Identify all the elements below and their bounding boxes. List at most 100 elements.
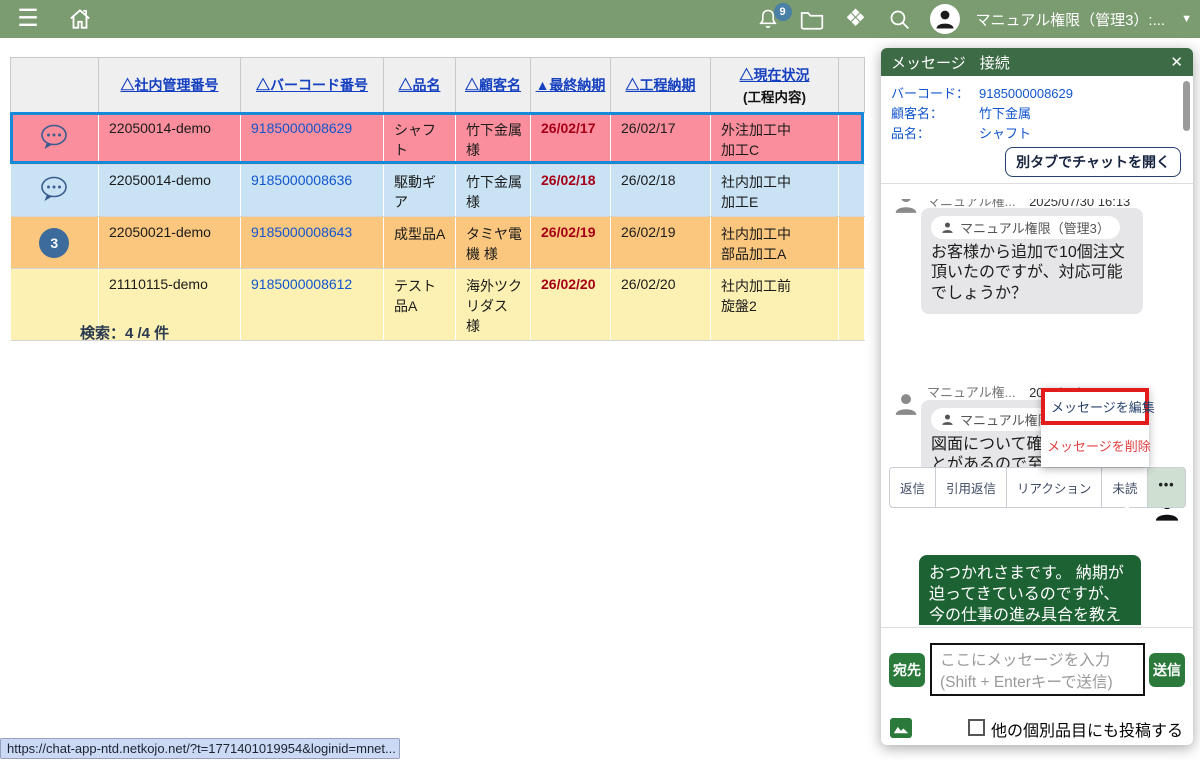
message-text: お客様から追加で10個注文頂いたのですが、対応可能でしょうか？	[931, 243, 1133, 304]
notification-count-badge: 9	[774, 3, 792, 21]
sort-final-due[interactable]: ▲最終納期	[536, 77, 606, 93]
cell-product: シャフト	[384, 113, 456, 165]
sort-barcode[interactable]: △バーコード番号	[256, 77, 368, 93]
sort-control-no[interactable]: △社内管理番号	[121, 77, 219, 93]
info-product-value: シャフト	[979, 126, 1031, 141]
header-icon-col	[11, 58, 99, 113]
cell-process-due: 26/02/17	[611, 113, 711, 165]
table-row[interactable]: 3 22050021-demo 9185000008643 成型品A タミヤ電機…	[11, 217, 865, 269]
info-row-customer: 顧客名：竹下金属	[891, 104, 1073, 124]
search-icon[interactable]	[886, 5, 914, 33]
cell-extra	[839, 113, 865, 165]
cell-barcode-link[interactable]: 9185000008636	[241, 165, 384, 217]
cell-extra	[839, 269, 865, 341]
user-menu-label[interactable]: マニュアル権限（管理3）:...	[976, 9, 1166, 30]
link-preview-statusbar: https://chat-app-ntd.netkojo.net/?t=1771…	[0, 738, 400, 759]
cell-customer: 竹下金属 様	[456, 165, 531, 217]
divider	[881, 183, 1193, 184]
info-row-barcode: バーコード：9185000008629	[891, 84, 1073, 104]
top-bar: ☰ 9 ❖	[0, 0, 1200, 38]
orders-table: △社内管理番号 △バーコード番号 △品名 △顧客名 ▲最終納期 △工程納期 △現…	[10, 57, 864, 341]
cell-customer: 海外ツクリダス 様	[456, 269, 531, 341]
message-context-menu: メッセージを編集 メッセージを削除	[1041, 388, 1149, 467]
post-to-other-items-checkbox[interactable]	[968, 719, 985, 736]
search-result-count: 検索：4 /4 件	[80, 322, 169, 343]
cell-control-no: 22050014-demo	[99, 113, 241, 165]
quote-reply-button[interactable]: 引用返信	[936, 467, 1007, 508]
cell-final-due: 26/02/19	[531, 217, 611, 269]
edit-message-menu-item[interactable]: メッセージを編集	[1041, 388, 1149, 425]
person-icon	[941, 413, 954, 426]
header-status-sub: (工程内容)	[713, 86, 836, 106]
author-pill: マニュアル権限（管理3）	[931, 216, 1120, 239]
sort-product[interactable]: △品名	[399, 77, 441, 93]
info-barcode-value: 9185000008629	[979, 86, 1073, 101]
cell-status: 社内加工中 加工E	[711, 165, 839, 217]
header-final-due: ▲最終納期	[531, 58, 611, 113]
home-icon[interactable]	[66, 5, 94, 33]
header-status: △現在状況 (工程内容)	[711, 58, 839, 113]
cell-customer: 竹下金属 様	[456, 113, 531, 165]
cell-status: 社内加工中 部品加工A	[711, 217, 839, 269]
cell-product: テスト品A	[384, 269, 456, 341]
sender-avatar	[893, 391, 919, 417]
reply-button[interactable]: 返信	[889, 467, 936, 508]
panel-title: メッセージ	[891, 52, 966, 73]
header-process-due: △工程納期	[611, 58, 711, 113]
cell-extra	[839, 165, 865, 217]
sent-message-bubble[interactable]: おつかれさまです。 納期が迫ってきているのですが、今の仕事の進み具合を教えてくだ…	[919, 555, 1141, 625]
cell-barcode-link[interactable]: 9185000008612	[241, 269, 384, 341]
header-product: △品名	[384, 58, 456, 113]
cell-status: 社内加工前 旋盤2	[711, 269, 839, 341]
user-avatar[interactable]	[930, 4, 960, 34]
app-window: ☰ 9 ❖	[0, 0, 1200, 760]
message-panel: メッセージ 接続 ✕ バーコード：9185000008629 顧客名：竹下金属 …	[881, 48, 1193, 745]
header-extra-col	[839, 58, 865, 113]
context-menu-tail	[1119, 500, 1135, 510]
cell-product: 成型品A	[384, 217, 456, 269]
cell-process-due: 26/02/19	[611, 217, 711, 269]
table-header-row: △社内管理番号 △バーコード番号 △品名 △顧客名 ▲最終納期 △工程納期 △現…	[11, 58, 865, 113]
message-input[interactable]: ここにメッセージを入力 (Shift + Enterキーで送信)	[930, 643, 1145, 696]
post-to-other-items-label: 他の個別品目にも投稿する	[991, 717, 1183, 741]
unread-count-badge[interactable]: 3	[11, 217, 99, 269]
sort-process-due[interactable]: △工程納期	[626, 77, 696, 93]
message-panel-header: メッセージ 接続 ✕	[881, 48, 1193, 76]
cell-final-due: 26/02/18	[531, 165, 611, 217]
cell-process-due: 26/02/18	[611, 165, 711, 217]
more-actions-button[interactable]: •••	[1148, 467, 1185, 508]
close-icon[interactable]: ✕	[1170, 53, 1183, 71]
header-customer: △顧客名	[456, 58, 531, 113]
cell-barcode-link[interactable]: 9185000008629	[241, 113, 384, 165]
recipient-button[interactable]: 宛先	[889, 653, 925, 687]
folder-icon[interactable]	[798, 5, 826, 33]
divider	[881, 627, 1193, 628]
cell-status: 外注加工中 加工C	[711, 113, 839, 165]
hamburger-menu-icon[interactable]: ☰	[14, 5, 42, 33]
chat-bubble-icon[interactable]	[11, 113, 99, 165]
sort-customer[interactable]: △顧客名	[465, 77, 521, 93]
message-text: おつかれさまです。 納期が迫ってきているのですが、今の仕事の進み具合を教えてくだ…	[929, 563, 1131, 625]
cell-final-due: 26/02/20	[531, 269, 611, 341]
table-row-selected[interactable]: 22050014-demo 9185000008629 シャフト 竹下金属 様 …	[11, 113, 865, 165]
reaction-button[interactable]: リアクション	[1007, 467, 1102, 508]
attach-image-icon[interactable]	[890, 718, 912, 738]
send-button[interactable]: 送信	[1149, 653, 1185, 687]
table-row[interactable]: 22050014-demo 9185000008636 駆動ギア 竹下金属 様 …	[11, 165, 865, 217]
chat-bubble-icon[interactable]	[11, 165, 99, 217]
message-action-toolbar: 返信 引用返信 リアクション 未読 •••	[889, 467, 1186, 508]
received-message-bubble[interactable]: マニュアル権限（管理3） お客様から追加で10個注文頂いたのですが、対応可能でし…	[921, 208, 1143, 314]
cell-process-due: 26/02/20	[611, 269, 711, 341]
cell-customer: タミヤ電機 様	[456, 217, 531, 269]
delete-message-menu-item[interactable]: メッセージを削除	[1041, 425, 1149, 467]
chevron-down-icon[interactable]: ▼	[1181, 13, 1192, 25]
cell-extra	[839, 217, 865, 269]
cell-control-no: 22050014-demo	[99, 165, 241, 217]
item-info: バーコード：9185000008629 顧客名：竹下金属 品名：シャフト	[891, 84, 1073, 144]
dropbox-icon[interactable]: ❖	[842, 5, 870, 33]
panel-scrollbar[interactable]	[1183, 81, 1190, 131]
sort-status[interactable]: △現在状況	[740, 67, 810, 83]
open-chat-new-tab-button[interactable]: 別タブでチャットを開く	[1005, 147, 1181, 177]
cell-barcode-link[interactable]: 9185000008643	[241, 217, 384, 269]
notifications-bell-icon[interactable]: 9	[754, 5, 782, 33]
